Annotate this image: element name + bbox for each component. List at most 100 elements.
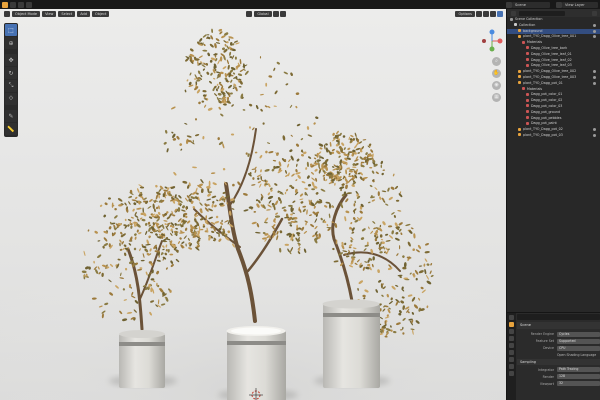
zoom-icon[interactable]: ⌕ [492,57,501,66]
leaf [288,159,291,163]
neg-x-axis-icon[interactable] [482,39,486,43]
leaf [224,73,228,78]
proportional-edit-icon[interactable] [279,10,286,17]
properties-search-input[interactable] [517,314,600,320]
snap-icon[interactable] [272,10,279,17]
visibility-eye-icon[interactable] [593,81,596,85]
leaf [307,183,312,187]
device-select[interactable]: CPU [557,345,600,351]
select-menu[interactable]: Select [58,10,76,17]
xray-icon[interactable] [483,10,489,17]
y-axis-icon[interactable] [489,46,495,52]
viewport-samples-field[interactable]: 32 [557,381,600,387]
move-tool-icon[interactable]: ✥ [5,54,17,66]
world-tab-icon[interactable] [509,350,514,355]
cursor-tool-icon[interactable]: ⊕ [5,37,17,49]
view-menu[interactable]: View [42,10,57,17]
sampling-section-header[interactable]: Sampling [517,358,600,365]
shading-solid-icon[interactable] [490,10,496,17]
leaf [200,74,203,78]
view-layer-selector[interactable]: View Layer [562,1,598,8]
osl-checkbox[interactable]: Open Shading Language [517,353,600,357]
leaf [99,204,103,207]
scene-selector[interactable]: Scene [512,1,550,8]
integrator-row: Integrator Path Tracing [517,367,600,373]
transform-orientation-icon[interactable] [246,10,253,17]
visibility-eye-icon[interactable] [593,23,596,27]
perspective-toggle-icon[interactable]: ▦ [492,93,501,102]
rotate-tool-icon[interactable]: ↻ [5,67,17,79]
leaf [348,175,352,178]
outliner-row-label: Dagg_pot_color_03 [531,103,563,108]
leaf [291,173,295,177]
leaf [348,172,351,176]
visibility-eye-icon[interactable] [593,75,596,79]
render-engine-select[interactable]: Cycles [557,331,600,337]
editor-type-icon[interactable] [4,10,10,17]
annotate-tool-icon[interactable]: ✎ [5,110,17,122]
leaf [256,203,260,208]
object-menu[interactable]: Object [91,10,110,17]
outliner-row-label: Collection [519,22,536,27]
mode-selector[interactable]: Object Mode [12,10,41,17]
filter-icon[interactable] [592,10,597,16]
transform-tool-icon[interactable]: ⟐ [5,93,17,105]
edit-menu-icon[interactable] [18,1,24,8]
outliner-row[interactable]: plant_TYO_Dagg_pot_03 [507,133,600,139]
leaf [212,182,217,186]
transform-orientation-selector[interactable]: Global [254,10,272,17]
x-axis-icon[interactable] [497,38,503,44]
render-menu-icon[interactable] [26,1,32,8]
leaf [325,179,328,182]
object-tab-icon[interactable] [509,357,514,362]
visibility-eye-icon[interactable] [593,133,596,137]
shading-rendered-icon[interactable] [497,10,503,17]
render-tab-icon[interactable] [509,322,514,327]
leaf [206,198,212,201]
blender-logo-icon[interactable] [2,1,8,8]
render-samples-field[interactable]: 128 [557,374,600,380]
pot-right [322,299,380,388]
outliner-editor-icon[interactable] [511,10,516,16]
navigation-gizmo[interactable] [478,27,506,55]
camera-view-icon[interactable]: ◉ [492,81,501,90]
feature-set-select[interactable]: Supported [557,338,600,344]
leaf [230,79,233,83]
options-menu[interactable]: Options [455,10,475,17]
tool-tab-icon[interactable] [509,315,514,320]
leaf [300,138,304,141]
file-menu-icon[interactable] [10,1,16,8]
outliner-item-icon [526,110,529,114]
output-tab-icon[interactable] [509,329,514,334]
overlay-icon[interactable] [476,10,482,17]
add-menu[interactable]: Add [77,10,90,17]
scale-tool-icon[interactable]: ⤡ [5,80,17,92]
leaf [248,103,253,107]
leaf [222,167,226,171]
integrator-select[interactable]: Path Tracing [557,367,600,373]
modifier-tab-icon[interactable] [509,364,514,369]
visibility-eye-icon[interactable] [593,35,596,39]
3d-viewport[interactable]: Object Mode View Select Add Object Globa… [0,9,506,400]
measure-tool-icon[interactable]: 📏 [5,123,17,135]
visibility-eye-icon[interactable] [593,70,596,74]
outliner-search-input[interactable] [519,10,565,16]
visibility-eye-icon[interactable] [593,29,596,33]
outliner-row-label: plant_TYO_Dagg_Olive_tree_001 [523,34,577,39]
pan-icon[interactable]: ✋ [492,69,501,78]
outliner-panel: Scene Collection Collection background plan… [506,9,600,312]
z-axis-icon[interactable] [489,29,495,35]
material-tab-icon[interactable] [509,371,514,376]
leaf [369,166,373,169]
visibility-eye-icon[interactable] [593,128,596,132]
leaf [227,64,230,70]
scene-tab-icon[interactable] [509,343,514,348]
leaf [301,181,306,184]
select-tool-icon[interactable]: ⬚ [5,24,17,36]
leaf [158,205,160,210]
leaf [189,72,192,76]
leaf [124,202,127,206]
view-layer-tab-icon[interactable] [509,336,514,341]
viewport-nav-buttons: ⌕ ✋ ◉ ▦ [492,57,501,105]
leaf [198,101,201,105]
